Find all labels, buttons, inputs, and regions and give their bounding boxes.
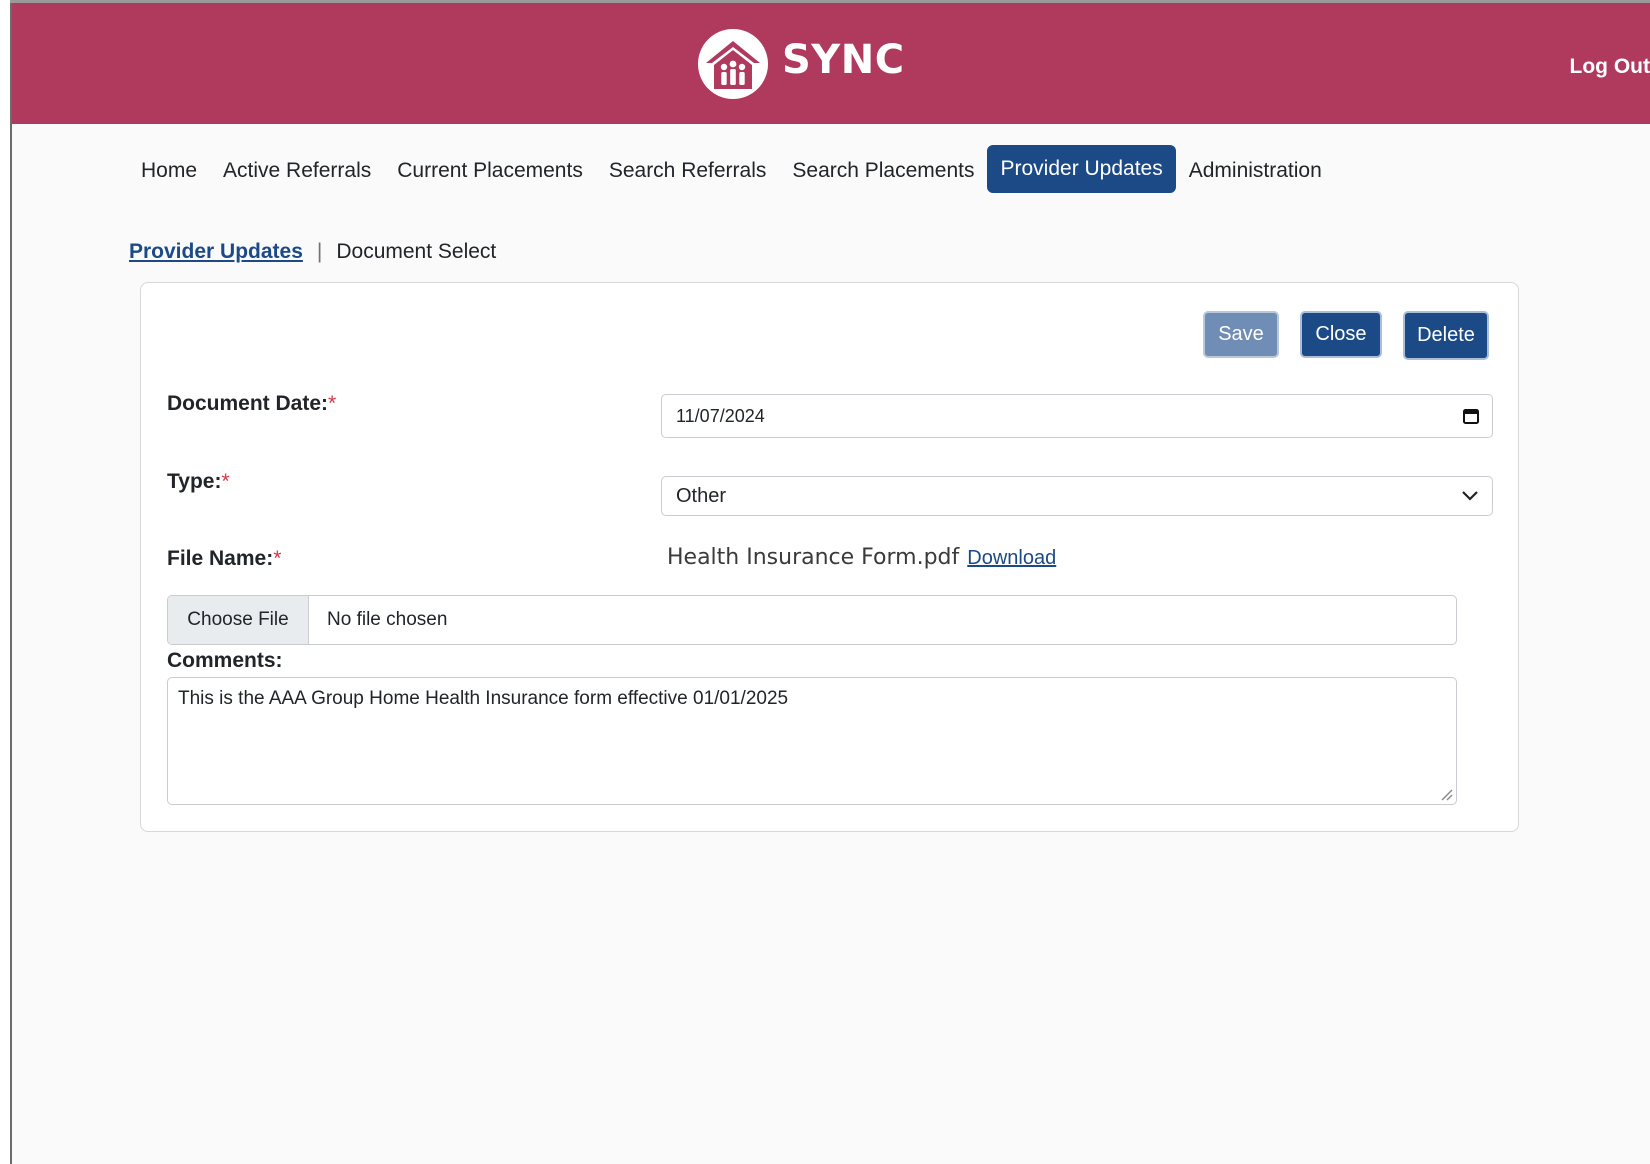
document-date-input[interactable]: 11/07/2024 — [661, 394, 1493, 438]
nav-item-current-placements[interactable]: Current Placements — [384, 149, 596, 193]
choose-file-button[interactable]: Choose File — [168, 596, 309, 644]
nav-item-administration[interactable]: Administration — [1176, 149, 1335, 193]
type-selected-value: Other — [676, 484, 727, 507]
main-nav: Home Active Referrals Current Placements… — [128, 145, 1335, 196]
document-form-card: Save Close Delete Document Date:* 11/07/… — [140, 282, 1519, 832]
comments-label: Comments: — [167, 649, 283, 672]
comments-text: This is the AAA Group Home Health Insura… — [178, 688, 789, 709]
no-file-chosen-text: No file chosen — [327, 609, 448, 630]
nav-item-search-placements[interactable]: Search Placements — [779, 149, 987, 193]
resize-handle-icon[interactable] — [1439, 787, 1453, 801]
download-link[interactable]: Download — [967, 547, 1056, 570]
app-name: SYNC — [782, 37, 905, 83]
save-button[interactable]: Save — [1203, 311, 1279, 358]
type-label: Type:* — [167, 470, 230, 494]
breadcrumb: Provider Updates | Document Select — [129, 240, 496, 264]
file-upload-input[interactable]: Choose File No file chosen — [167, 595, 1457, 645]
document-date-value: 11/07/2024 — [676, 405, 765, 426]
document-date-label: Document Date:* — [167, 392, 336, 416]
file-name-label: File Name:* — [167, 547, 281, 571]
file-name-label-text: File Name: — [167, 547, 274, 570]
app-logo[interactable]: SYNC — [696, 25, 905, 103]
nav-item-active-referrals[interactable]: Active Referrals — [210, 149, 384, 193]
chevron-down-icon — [1462, 491, 1478, 501]
breadcrumb-separator: | — [316, 240, 323, 263]
current-file-name: Health Insurance Form.pdf — [667, 545, 960, 570]
house-logo-icon — [698, 29, 768, 99]
type-select[interactable]: Other — [661, 476, 1493, 516]
breadcrumb-provider-updates-link[interactable]: Provider Updates — [129, 240, 303, 264]
required-marker: * — [328, 392, 337, 415]
nav-item-provider-updates[interactable]: Provider Updates — [987, 145, 1176, 193]
document-date-label-text: Document Date: — [167, 392, 329, 415]
app-header: SYNC Log Out — [12, 3, 1650, 124]
breadcrumb-current: Document Select — [336, 240, 497, 263]
type-label-text: Type: — [167, 470, 222, 493]
delete-button[interactable]: Delete — [1403, 311, 1489, 360]
required-marker: * — [273, 547, 282, 570]
close-button[interactable]: Close — [1300, 311, 1382, 358]
current-file: Health Insurance Form.pdf Download — [667, 545, 1056, 570]
logout-link[interactable]: Log Out — [1570, 55, 1650, 79]
calendar-icon[interactable] — [1462, 407, 1480, 425]
nav-item-home[interactable]: Home — [128, 149, 210, 193]
required-marker: * — [221, 470, 230, 493]
nav-item-search-referrals[interactable]: Search Referrals — [596, 149, 780, 193]
comments-textarea[interactable]: This is the AAA Group Home Health Insura… — [167, 677, 1457, 805]
